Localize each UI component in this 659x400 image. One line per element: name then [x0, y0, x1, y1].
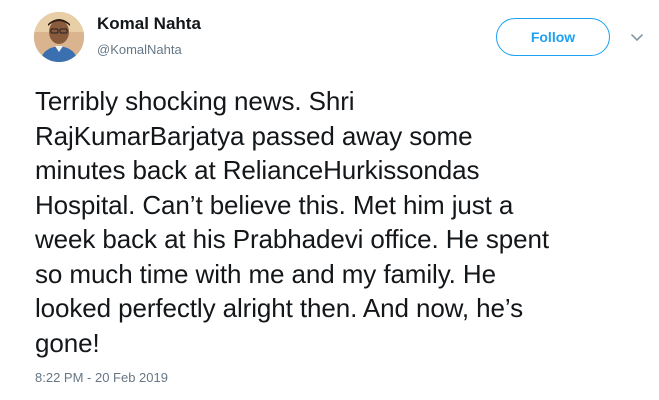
chevron-down-icon-glyph: [631, 34, 643, 41]
tweet-card: Komal Nahta @KomalNahta Follow Terribly …: [0, 0, 659, 400]
display-name[interactable]: Komal Nahta: [97, 14, 201, 34]
avatar[interactable]: [34, 12, 84, 62]
tweet-timestamp[interactable]: 8:22 PM - 20 Feb 2019: [35, 370, 168, 385]
tweet-text: Terribly shocking news. Shri RajKumarBar…: [35, 86, 549, 358]
follow-button[interactable]: Follow: [496, 18, 610, 56]
chevron-down-icon[interactable]: [630, 31, 644, 43]
avatar-image: [34, 12, 84, 62]
user-handle[interactable]: @KomalNahta: [97, 42, 182, 57]
